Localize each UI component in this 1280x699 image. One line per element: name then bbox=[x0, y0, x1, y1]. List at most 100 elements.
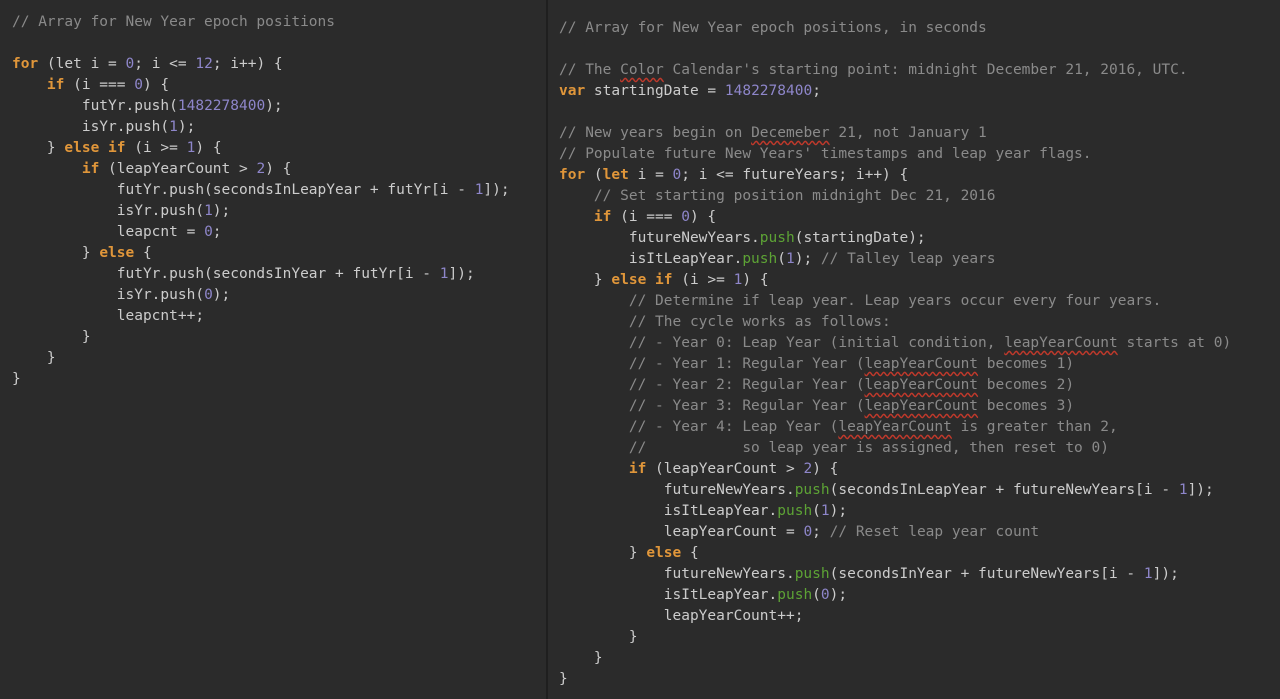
code-text-token: ; i <= bbox=[134, 56, 196, 72]
number-token: 0 bbox=[204, 224, 213, 240]
number-token: 12 bbox=[195, 56, 213, 72]
number-token: 1482278400 bbox=[177, 98, 266, 114]
code-text-token: ( bbox=[585, 167, 603, 183]
code-text-token: leapcnt = bbox=[12, 224, 205, 240]
code-line[interactable]: isItLeapYear.push(1); // Talley leap yea… bbox=[559, 249, 1280, 270]
function-token: push bbox=[777, 587, 813, 603]
number-token: 0 bbox=[672, 167, 682, 183]
code-line[interactable]: // New years begin on Decemeber 21, not … bbox=[559, 123, 1280, 144]
function-token: push bbox=[777, 503, 813, 519]
number-token: 1 bbox=[169, 119, 178, 135]
code-line[interactable]: // - Year 4: Leap Year (leapYearCount is… bbox=[559, 417, 1280, 438]
code-line[interactable]: } bbox=[559, 648, 1280, 669]
code-text-token: (startingDate); bbox=[794, 230, 926, 246]
code-line[interactable]: // - Year 3: Regular Year (leapYearCount… bbox=[559, 396, 1280, 417]
code-line[interactable]: // Array for New Year epoch positions bbox=[12, 12, 546, 33]
code-line[interactable]: // - Year 0: Leap Year (initial conditio… bbox=[559, 333, 1280, 354]
code-text-token: ); bbox=[829, 587, 848, 603]
comment-token: // - Year 3: Regular Year ( bbox=[628, 398, 865, 414]
code-line[interactable] bbox=[559, 102, 1280, 123]
code-line[interactable]: leapcnt = 0; bbox=[12, 222, 546, 243]
code-line[interactable]: // Set starting position midnight Dec 21… bbox=[559, 186, 1280, 207]
left-code-editor[interactable]: // Array for New Year epoch positions fo… bbox=[0, 0, 546, 699]
comment-token: starts at 0) bbox=[1117, 335, 1232, 351]
comment-token: // Array for New Year epoch positions bbox=[12, 14, 336, 30]
code-line[interactable]: if (i === 0) { bbox=[559, 207, 1280, 228]
code-text-token: (secondsInYear + futureNewYears[i - bbox=[829, 566, 1144, 582]
code-line[interactable]: var startingDate = 1482278400; bbox=[559, 81, 1280, 102]
code-line[interactable]: // - Year 1: Regular Year (leapYearCount… bbox=[559, 354, 1280, 375]
comment-token: becomes 2) bbox=[978, 377, 1075, 393]
comment-token: // - Year 0: Leap Year (initial conditio… bbox=[628, 335, 1005, 351]
comment-token: // - Year 2: Regular Year ( bbox=[628, 377, 865, 393]
keyword-token: if bbox=[628, 461, 647, 477]
code-text-token: leapYearCount = bbox=[559, 524, 804, 540]
code-line[interactable]: futYr.push(secondsInYear + futYr[i - 1])… bbox=[12, 264, 546, 285]
code-text-token: ) { bbox=[689, 209, 717, 225]
code-line[interactable]: for (let i = 0; i <= 12; i++) { bbox=[12, 54, 546, 75]
code-line[interactable]: } bbox=[12, 369, 546, 390]
code-line[interactable]: } bbox=[12, 348, 546, 369]
code-line[interactable]: // so leap year is assigned, then reset … bbox=[559, 438, 1280, 459]
number-token: 1 bbox=[785, 251, 795, 267]
comment-token: Calendar's starting point: midnight Dece… bbox=[663, 62, 1188, 78]
code-line[interactable]: if (i === 0) { bbox=[12, 75, 546, 96]
code-line[interactable]: // Determine if leap year. Leap years oc… bbox=[559, 291, 1280, 312]
number-token: 1 bbox=[820, 503, 830, 519]
code-line[interactable]: if (leapYearCount > 2) { bbox=[12, 159, 546, 180]
code-line[interactable]: } bbox=[559, 669, 1280, 690]
code-line[interactable]: } else { bbox=[12, 243, 546, 264]
code-text-token: ); bbox=[212, 287, 231, 303]
code-line[interactable]: leapYearCount++; bbox=[559, 606, 1280, 627]
code-line[interactable]: } else { bbox=[559, 543, 1280, 564]
code-line[interactable]: } bbox=[12, 327, 546, 348]
code-text-token: } bbox=[559, 272, 612, 288]
code-line[interactable]: futureNewYears.push(secondsInLeapYear + … bbox=[559, 480, 1280, 501]
code-line[interactable]: isItLeapYear.push(1); bbox=[559, 501, 1280, 522]
code-line[interactable]: isYr.push(1); bbox=[12, 201, 546, 222]
code-line[interactable]: for (let i = 0; i <= futureYears; i++) { bbox=[559, 165, 1280, 186]
code-line[interactable]: } else if (i >= 1) { bbox=[559, 270, 1280, 291]
code-line[interactable]: // Array for New Year epoch positions, i… bbox=[559, 18, 1280, 39]
code-line[interactable]: leapYearCount = 0; // Reset leap year co… bbox=[559, 522, 1280, 543]
number-token: 0 bbox=[204, 287, 213, 303]
code-text-token: ]); bbox=[483, 182, 510, 198]
right-code-editor[interactable]: // Array for New Year epoch positions, i… bbox=[548, 0, 1280, 699]
keyword-token: if bbox=[46, 77, 65, 93]
comment-token: // Reset leap year count bbox=[829, 524, 1040, 540]
code-text-token: futureNewYears. bbox=[559, 566, 795, 582]
code-line[interactable] bbox=[559, 39, 1280, 60]
code-line[interactable]: futYr.push(secondsInLeapYear + futYr[i -… bbox=[12, 180, 546, 201]
code-line[interactable]: isItLeapYear.push(0); bbox=[559, 585, 1280, 606]
code-line[interactable]: isYr.push(1); bbox=[12, 117, 546, 138]
comment-token: // - Year 4: Leap Year ( bbox=[628, 419, 839, 435]
code-line[interactable]: // Populate future New Years' timestamps… bbox=[559, 144, 1280, 165]
code-text-token: isItLeapYear. bbox=[559, 503, 778, 519]
code-line[interactable]: } bbox=[559, 627, 1280, 648]
code-text-token: ( bbox=[812, 503, 821, 519]
code-text-token: ( bbox=[777, 251, 786, 267]
keyword-token: else bbox=[64, 140, 100, 156]
code-line[interactable]: futureNewYears.push(secondsInYear + futu… bbox=[559, 564, 1280, 585]
code-line[interactable]: if (leapYearCount > 2) { bbox=[559, 459, 1280, 480]
number-token: 0 bbox=[820, 587, 830, 603]
code-line[interactable]: // The Color Calendar's starting point: … bbox=[559, 60, 1280, 81]
spellcheck-comment-token: leapYearCount bbox=[864, 356, 979, 372]
code-text-token: (i === bbox=[611, 209, 682, 225]
code-line[interactable]: futureNewYears.push(startingDate); bbox=[559, 228, 1280, 249]
comment-token: // Array for New Year epoch positions, i… bbox=[559, 20, 987, 36]
code-line[interactable]: // The cycle works as follows: bbox=[559, 312, 1280, 333]
code-line[interactable]: isYr.push(0); bbox=[12, 285, 546, 306]
code-line[interactable] bbox=[12, 33, 546, 54]
code-line[interactable]: leapcnt++; bbox=[12, 306, 546, 327]
code-line[interactable]: // - Year 2: Regular Year (leapYearCount… bbox=[559, 375, 1280, 396]
code-line[interactable]: futYr.push(1482278400); bbox=[12, 96, 546, 117]
code-text-token: (secondsInLeapYear + futureNewYears[i - bbox=[829, 482, 1179, 498]
code-line[interactable]: } else if (i >= 1) { bbox=[12, 138, 546, 159]
code-text-token: leapcnt++; bbox=[12, 308, 205, 324]
